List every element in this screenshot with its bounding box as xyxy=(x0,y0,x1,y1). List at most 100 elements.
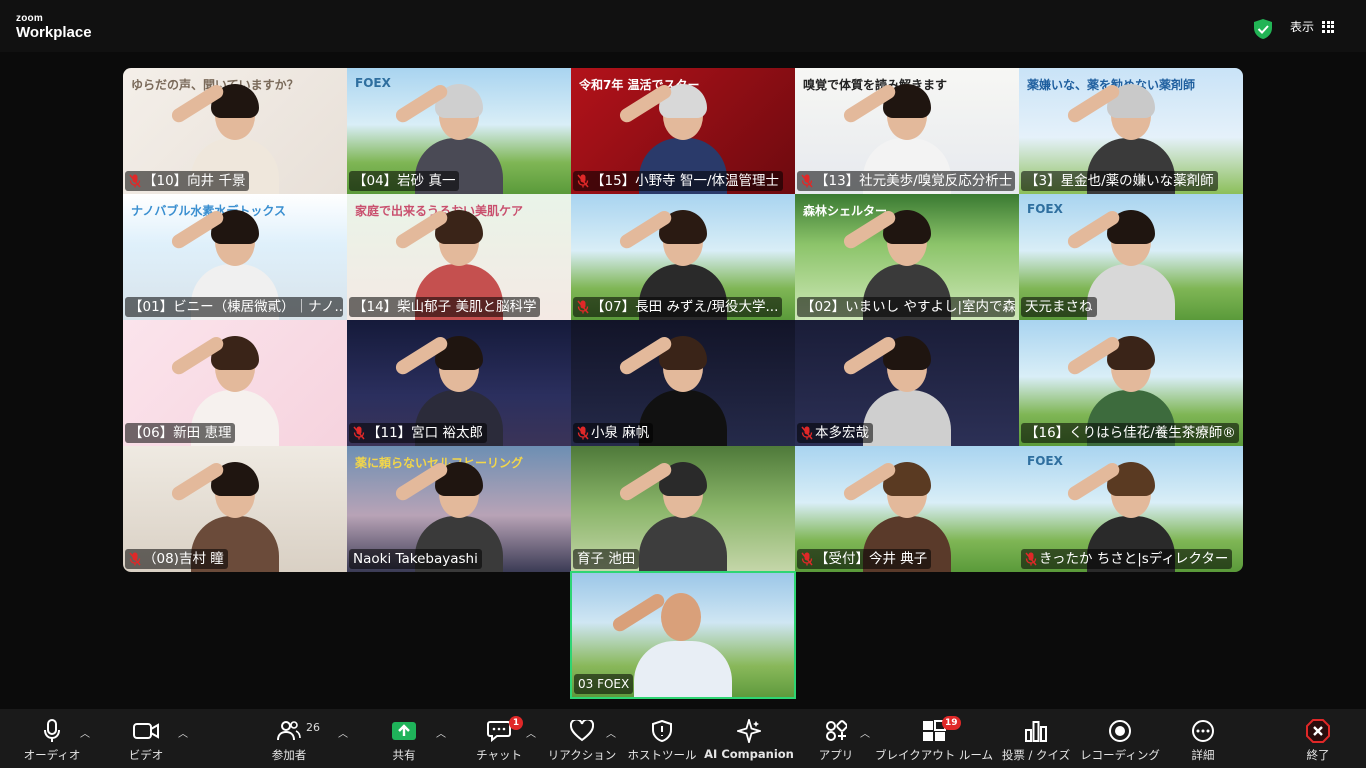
end-x-icon xyxy=(1306,719,1330,743)
logo-line2: Workplace xyxy=(16,24,92,41)
record-icon xyxy=(1108,719,1132,743)
participant-name: 【14】柴山郁子 美肌と脳科学 xyxy=(353,299,537,315)
participant-tile[interactable]: 薬に頼らないセルフヒーリングNaoki Takebayashi xyxy=(347,446,571,572)
participant-name: 【15】小野寺 智一/体温管理士 xyxy=(591,173,780,189)
zoom-logo: zoom Workplace xyxy=(16,13,92,41)
participant-name-tag: Naoki Takebayashi xyxy=(349,549,482,569)
apps-options-chevron-icon[interactable]: ︿ xyxy=(860,725,870,740)
encryption-shield-icon[interactable] xyxy=(1254,19,1272,39)
muted-mic-icon xyxy=(577,426,589,440)
recording-button[interactable]: レコーディング xyxy=(1080,719,1160,765)
participants-options-chevron-icon[interactable]: ︿ xyxy=(338,725,348,740)
more-button[interactable]: 詳細 xyxy=(1186,719,1220,765)
end-meeting-button[interactable]: 終了 xyxy=(1302,719,1334,765)
grid-view-icon xyxy=(1322,20,1335,33)
participant-tile[interactable]: 【07】長田 みずえ/現役大学... xyxy=(571,194,795,320)
participant-tile[interactable]: FOEX 天元まさね xyxy=(1019,194,1243,320)
ai-companion-label: AI Companion xyxy=(704,747,794,761)
view-label: 表示 xyxy=(1290,20,1315,34)
chat-button[interactable]: 1 チャット xyxy=(476,716,523,765)
audio-label: オーディオ xyxy=(23,748,81,762)
participant-name-tag: 【16】くりはら佳花/養生茶療師® xyxy=(1021,423,1239,443)
participant-name-tag: 【07】長田 みずえ/現役大学... xyxy=(573,297,783,317)
participant-tile[interactable]: 令和7年 温活でスター 【15】小野寺 智一/体温管理士 xyxy=(571,68,795,194)
participant-name-tag: 【受付】今井 典子 xyxy=(797,549,932,569)
participants-count: 26 xyxy=(306,721,320,734)
participant-name: きったか ちさと|sディレクター xyxy=(1039,551,1229,567)
polls-label: 投票 / クイズ xyxy=(1001,748,1071,762)
participant-name: 【10】向井 千景 xyxy=(143,173,246,189)
reactions-button[interactable]: リアクション xyxy=(548,719,616,765)
breakout-rooms-button[interactable]: 19 ブレイクアウト ルーム xyxy=(875,716,993,765)
participant-name-tag: 【04】岩砂 真一 xyxy=(349,171,460,191)
participant-tile[interactable]: 小泉 麻帆 xyxy=(571,320,795,446)
audio-options-chevron-icon[interactable]: ︿ xyxy=(80,725,90,740)
participant-tile[interactable]: 育子 池田 xyxy=(571,446,795,572)
end-label: 終了 xyxy=(1306,748,1330,762)
muted-mic-icon xyxy=(801,426,813,440)
participant-tile[interactable]: 【06】新田 恵理 xyxy=(123,320,347,446)
participant-name: 【01】ビニー（棟居微貳）｜ナノ... xyxy=(129,299,343,315)
video-gallery: ゆらだの声、聞いていますか？【10】向井 千景 FOEX 【04】岩砂 真一 令和7年… xyxy=(123,68,1243,572)
bar-chart-icon xyxy=(1024,719,1048,743)
participant-tile[interactable]: 【受付】今井 典子 xyxy=(795,446,1019,572)
muted-mic-icon xyxy=(801,552,813,566)
participant-name: Naoki Takebayashi xyxy=(353,551,478,567)
participant-name-tag: 本多宏哉 xyxy=(797,423,873,443)
participant-tile[interactable]: 本多宏哉 xyxy=(795,320,1019,446)
polls-button[interactable]: 投票 / クイズ xyxy=(1000,719,1072,765)
host-tools-button[interactable]: ホストツール xyxy=(628,719,697,765)
logo-line1: zoom xyxy=(16,13,43,24)
share-screen-icon xyxy=(391,719,417,743)
participant-tile[interactable]: 薬嫌いな、薬を勧めない薬剤師【3】星金也/薬の嫌いな薬剤師 xyxy=(1019,68,1243,194)
participant-tile[interactable]: 家庭で出来るうるおい美肌ケア【14】柴山郁子 美肌と脳科学 xyxy=(347,194,571,320)
top-bar: zoom Workplace 表示 xyxy=(0,0,1366,52)
participant-name: 【02】いまいし やすよし|室内で森... xyxy=(801,299,1015,315)
video-label: ビデオ xyxy=(128,748,164,762)
share-button[interactable]: 共有 xyxy=(386,719,422,765)
muted-mic-icon xyxy=(1025,552,1037,566)
reactions-label: リアクション xyxy=(547,748,617,762)
participant-tile[interactable]: 森林シェルター 【02】いまいし やすよし|室内で森... xyxy=(795,194,1019,320)
participant-tile[interactable]: （08)吉村 瞳 xyxy=(123,446,347,572)
participant-tile[interactable]: 嗅覚で体質を読み解きます 【13】社元美歩/嗅覚反応分析士 xyxy=(795,68,1019,194)
participant-video xyxy=(617,454,731,572)
participant-tile[interactable]: ナノバブル水素水デトックス 【01】ビニー（棟居微貳）｜ナノ... xyxy=(123,194,347,320)
audio-button[interactable]: オーディオ xyxy=(24,719,80,765)
participant-tile[interactable]: ゆらだの声、聞いていますか？【10】向井 千景 xyxy=(123,68,347,194)
background-overlay-text: FOEX xyxy=(1027,454,1063,468)
participant-name: （08)吉村 瞳 xyxy=(143,551,224,567)
participant-name: 天元まさね xyxy=(1025,299,1093,315)
chat-bubble-icon: 1 xyxy=(487,716,523,743)
participant-name: 【3】星金也/薬の嫌いな薬剤師 xyxy=(1025,173,1214,189)
participant-video xyxy=(1065,202,1179,320)
microphone-icon xyxy=(44,719,60,743)
participants-label: 参加者 xyxy=(271,748,307,762)
participant-tile[interactable]: FOEX きったか ちさと|sディレクター xyxy=(1019,446,1243,572)
apps-button[interactable]: アプリ xyxy=(818,719,854,765)
meeting-toolbar: オーディオ ︿ ビデオ ︿ 参加者 26 ︿ 共有 ︿ 1 チャット ︿ リアク… xyxy=(0,709,1366,768)
participant-tile[interactable]: 【16】くりはら佳花/養生茶療師® xyxy=(1019,320,1243,446)
self-name-tag: 03 FOEX xyxy=(574,674,634,694)
view-button[interactable]: 表示 xyxy=(1290,18,1335,35)
chat-options-chevron-icon[interactable]: ︿ xyxy=(526,725,536,740)
reactions-options-chevron-icon[interactable]: ︿ xyxy=(606,725,616,740)
participant-tile[interactable]: 【11】宮口 裕太郎 xyxy=(347,320,571,446)
muted-mic-icon xyxy=(129,174,141,188)
apps-icon xyxy=(825,719,847,743)
video-options-chevron-icon[interactable]: ︿ xyxy=(178,725,188,740)
participant-name: 【受付】今井 典子 xyxy=(815,551,928,567)
participant-name-tag: 【02】いまいし やすよし|室内で森... xyxy=(797,297,1015,317)
video-button[interactable]: ビデオ xyxy=(124,719,168,765)
ai-companion-button[interactable]: AI Companion xyxy=(704,719,794,765)
muted-mic-icon xyxy=(577,300,589,314)
zoom-meeting-window: zoom Workplace 表示 ゆらだの声、聞いていますか？【10】向井 千… xyxy=(0,0,1366,768)
participant-name-tag: 【06】新田 恵理 xyxy=(125,423,236,443)
participant-name-tag: 育子 池田 xyxy=(573,549,640,569)
participant-name-tag: 【3】星金也/薬の嫌いな薬剤師 xyxy=(1021,171,1218,191)
participant-tile[interactable]: FOEX 【04】岩砂 真一 xyxy=(347,68,571,194)
recording-label: レコーディング xyxy=(1080,748,1160,762)
participant-name: 【04】岩砂 真一 xyxy=(353,173,456,189)
self-video-tile[interactable]: 03 FOEX xyxy=(570,571,796,699)
share-options-chevron-icon[interactable]: ︿ xyxy=(436,725,446,740)
